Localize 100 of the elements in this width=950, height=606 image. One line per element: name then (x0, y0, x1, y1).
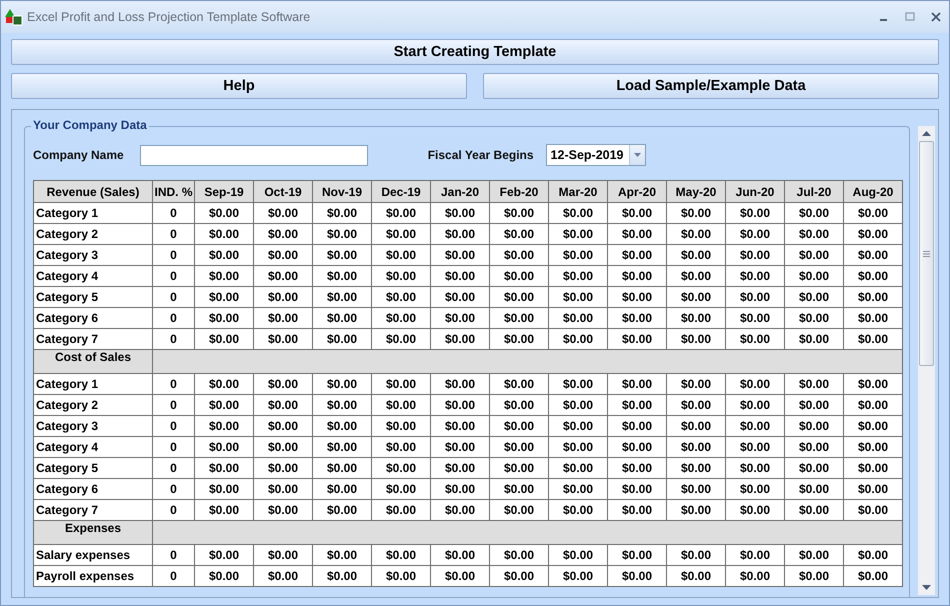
amount-cell[interactable]: $0.00 (254, 458, 312, 478)
amount-cell[interactable]: $0.00 (430, 266, 490, 286)
amount-cell[interactable]: $0.00 (666, 286, 726, 308)
amount-cell[interactable]: $0.00 (430, 416, 490, 436)
amount-cell[interactable]: $0.00 (844, 478, 902, 500)
row-label-cell[interactable]: Category 6 (34, 478, 152, 500)
amount-cell[interactable]: $0.00 (726, 266, 784, 286)
amount-cell[interactable]: $0.00 (666, 544, 726, 566)
amount-cell[interactable]: $0.00 (312, 436, 372, 458)
amount-cell[interactable]: $0.00 (784, 544, 844, 566)
amount-cell[interactable]: $0.00 (372, 544, 430, 566)
amount-cell[interactable]: $0.00 (430, 478, 490, 500)
amount-cell[interactable]: $0.00 (430, 436, 490, 458)
amount-cell[interactable]: $0.00 (194, 544, 254, 566)
amount-cell[interactable]: $0.00 (372, 416, 430, 436)
amount-cell[interactable]: $0.00 (784, 308, 844, 328)
amount-cell[interactable]: $0.00 (430, 394, 490, 416)
amount-cell[interactable]: $0.00 (844, 244, 902, 266)
row-label-cell[interactable]: Category 3 (34, 244, 152, 266)
amount-cell[interactable]: $0.00 (490, 308, 548, 328)
amount-cell[interactable]: $0.00 (372, 394, 430, 416)
amount-cell[interactable]: $0.00 (372, 224, 430, 244)
ind-percent-cell[interactable]: 0 (152, 544, 194, 566)
amount-cell[interactable]: $0.00 (548, 286, 608, 308)
amount-cell[interactable]: $0.00 (312, 416, 372, 436)
amount-cell[interactable]: $0.00 (844, 224, 902, 244)
amount-cell[interactable]: $0.00 (254, 244, 312, 266)
amount-cell[interactable]: $0.00 (254, 286, 312, 308)
amount-cell[interactable]: $0.00 (430, 224, 490, 244)
ind-percent-cell[interactable]: 0 (152, 566, 194, 586)
amount-cell[interactable]: $0.00 (608, 566, 666, 586)
amount-cell[interactable]: $0.00 (254, 202, 312, 224)
ind-percent-cell[interactable]: 0 (152, 458, 194, 478)
row-label-cell[interactable]: Category 2 (34, 394, 152, 416)
scroll-down-icon[interactable] (922, 585, 931, 590)
amount-cell[interactable]: $0.00 (372, 308, 430, 328)
amount-cell[interactable]: $0.00 (784, 286, 844, 308)
amount-cell[interactable]: $0.00 (312, 244, 372, 266)
amount-cell[interactable]: $0.00 (430, 244, 490, 266)
amount-cell[interactable]: $0.00 (784, 478, 844, 500)
ind-percent-cell[interactable]: 0 (152, 308, 194, 328)
amount-cell[interactable]: $0.00 (430, 374, 490, 394)
amount-cell[interactable]: $0.00 (844, 394, 902, 416)
amount-cell[interactable]: $0.00 (194, 374, 254, 394)
amount-cell[interactable]: $0.00 (666, 458, 726, 478)
amount-cell[interactable]: $0.00 (844, 566, 902, 586)
amount-cell[interactable]: $0.00 (372, 436, 430, 458)
amount-cell[interactable]: $0.00 (548, 266, 608, 286)
amount-cell[interactable]: $0.00 (194, 478, 254, 500)
ind-percent-cell[interactable]: 0 (152, 436, 194, 458)
amount-cell[interactable]: $0.00 (372, 458, 430, 478)
amount-cell[interactable]: $0.00 (666, 566, 726, 586)
amount-cell[interactable]: $0.00 (726, 224, 784, 244)
amount-cell[interactable]: $0.00 (548, 458, 608, 478)
amount-cell[interactable]: $0.00 (726, 308, 784, 328)
amount-cell[interactable]: $0.00 (430, 566, 490, 586)
amount-cell[interactable]: $0.00 (726, 416, 784, 436)
row-label-cell[interactable]: Category 2 (34, 224, 152, 244)
amount-cell[interactable]: $0.00 (784, 566, 844, 586)
amount-cell[interactable]: $0.00 (726, 202, 784, 224)
amount-cell[interactable]: $0.00 (194, 224, 254, 244)
amount-cell[interactable]: $0.00 (784, 244, 844, 266)
amount-cell[interactable]: $0.00 (312, 394, 372, 416)
amount-cell[interactable]: $0.00 (608, 458, 666, 478)
amount-cell[interactable]: $0.00 (666, 224, 726, 244)
amount-cell[interactable]: $0.00 (430, 202, 490, 224)
amount-cell[interactable]: $0.00 (666, 266, 726, 286)
amount-cell[interactable]: $0.00 (608, 436, 666, 458)
ind-percent-cell[interactable]: 0 (152, 266, 194, 286)
amount-cell[interactable]: $0.00 (254, 544, 312, 566)
amount-cell[interactable]: $0.00 (844, 202, 902, 224)
amount-cell[interactable]: $0.00 (844, 308, 902, 328)
amount-cell[interactable]: $0.00 (194, 416, 254, 436)
amount-cell[interactable]: $0.00 (666, 436, 726, 458)
amount-cell[interactable]: $0.00 (490, 458, 548, 478)
amount-cell[interactable]: $0.00 (608, 244, 666, 266)
ind-percent-cell[interactable]: 0 (152, 286, 194, 308)
amount-cell[interactable]: $0.00 (194, 308, 254, 328)
amount-cell[interactable]: $0.00 (548, 244, 608, 266)
amount-cell[interactable]: $0.00 (490, 416, 548, 436)
amount-cell[interactable]: $0.00 (548, 416, 608, 436)
amount-cell[interactable]: $0.00 (254, 224, 312, 244)
amount-cell[interactable]: $0.00 (372, 202, 430, 224)
amount-cell[interactable]: $0.00 (312, 308, 372, 328)
amount-cell[interactable]: $0.00 (254, 416, 312, 436)
amount-cell[interactable]: $0.00 (372, 244, 430, 266)
amount-cell[interactable]: $0.00 (548, 566, 608, 586)
amount-cell[interactable]: $0.00 (784, 394, 844, 416)
amount-cell[interactable]: $0.00 (608, 544, 666, 566)
amount-cell[interactable]: $0.00 (254, 566, 312, 586)
amount-cell[interactable]: $0.00 (430, 458, 490, 478)
amount-cell[interactable]: $0.00 (548, 394, 608, 416)
amount-cell[interactable]: $0.00 (548, 308, 608, 328)
amount-cell[interactable]: $0.00 (844, 266, 902, 286)
amount-cell[interactable]: $0.00 (430, 286, 490, 308)
amount-cell[interactable]: $0.00 (726, 394, 784, 416)
row-label-cell[interactable]: Category 1 (34, 202, 152, 224)
amount-cell[interactable]: $0.00 (784, 436, 844, 458)
scroll-up-icon[interactable] (922, 131, 931, 136)
amount-cell[interactable]: $0.00 (726, 478, 784, 500)
